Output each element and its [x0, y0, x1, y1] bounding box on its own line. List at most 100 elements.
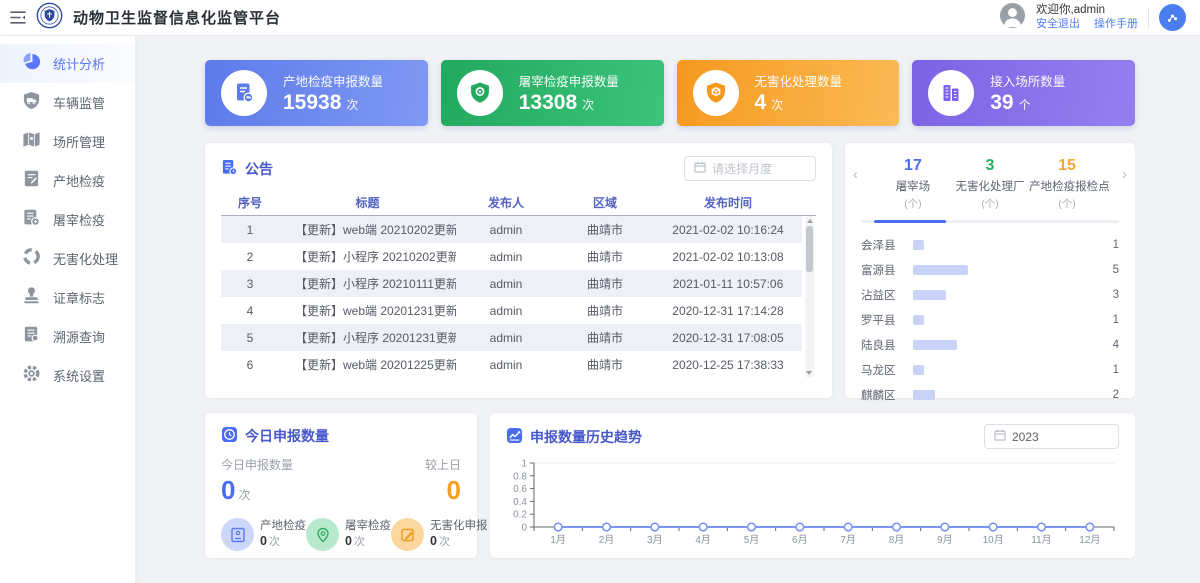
svg-text:12月: 12月: [1079, 534, 1100, 546]
today-item-slaughter: 屠宰检疫 0次: [306, 518, 391, 551]
table-cell: 曲靖市: [556, 302, 654, 319]
bar-value: 1: [1099, 364, 1119, 376]
table-cell: 2021-01-11 10:57:06: [654, 277, 802, 291]
tab-origin-inspection-point[interactable]: 15 产地检疫报检点 (个): [1029, 157, 1105, 211]
announcements-title: 公告: [245, 159, 273, 179]
sidebar-item-statistics[interactable]: 统计分析: [0, 44, 135, 83]
column-header-region: 区域: [556, 194, 654, 211]
county-bar-row: 马龙区 1: [861, 357, 1119, 382]
sidebar-item-vehicle[interactable]: 车辆监管: [0, 83, 135, 122]
table-cell: 6: [221, 358, 279, 372]
shield-box-icon: [693, 70, 739, 116]
tab-value: 3: [952, 157, 1028, 175]
bar-track: [913, 365, 1099, 375]
table-row[interactable]: 1【更新】web端 20210202更新公告admin曲靖市2021-02-02…: [221, 216, 802, 243]
table-row[interactable]: 3【更新】小程序 20210111更新公告admin曲靖市2021-01-11 …: [221, 270, 802, 297]
svg-text:0: 0: [521, 523, 527, 534]
table-cell: 曲靖市: [556, 329, 654, 346]
stat-card-slaughter-quarantine[interactable]: 屠宰检疫申报数量 13308次: [441, 60, 664, 126]
logout-link[interactable]: 安全退出: [1036, 18, 1080, 31]
svg-text:0.4: 0.4: [513, 497, 527, 508]
top-header: 动物卫生监督信息化监管平台 欢迎你,admin 安全退出 操作手册: [0, 0, 1200, 36]
svg-text:2月: 2月: [599, 534, 615, 546]
table-row[interactable]: 5【更新】小程序 20201231更新公告admin曲靖市2020-12-31 …: [221, 324, 802, 351]
recycle-icon: [22, 247, 41, 271]
sidebar-item-harmless-treatment[interactable]: 无害化处理: [0, 239, 135, 278]
share-network-button[interactable]: [1159, 4, 1186, 31]
table-cell: 曲靖市: [556, 275, 654, 292]
stat-card-connected-sites[interactable]: 接入场所数量 39个: [912, 60, 1135, 126]
line-chart-icon: [506, 427, 523, 447]
month-picker-input[interactable]: 请选择月度: [684, 156, 816, 181]
table-cell: 【更新】web端 20201225更新公告: [279, 356, 456, 373]
sidebar-nav: 统计分析 车辆监管 场所管理 产地检疫 屠宰检疫 无害化处理: [0, 36, 135, 583]
facility-stats-panel: ‹ › 17 屠宰场 (个) 3 无害化处理厂 (个): [845, 143, 1135, 398]
tab-harmless-plant[interactable]: 3 无害化处理厂 (个): [952, 157, 1028, 211]
sidebar-item-slaughter-quarantine[interactable]: 屠宰检疫: [0, 200, 135, 239]
share-network-icon: [1165, 10, 1180, 25]
sidebar-item-sites[interactable]: 场所管理: [0, 122, 135, 161]
clock-icon: [221, 426, 238, 446]
dashboard-page: 动物卫生监督信息化监管平台 欢迎你,admin 安全退出 操作手册: [0, 0, 1200, 583]
table-cell: 2021-02-02 10:16:24: [654, 223, 802, 237]
scrollbar-up-arrow-icon[interactable]: [807, 219, 813, 223]
today-item-value: 0: [430, 534, 437, 548]
year-picker-input[interactable]: 2023: [984, 424, 1119, 449]
county-bar-row: 富源县5: [861, 257, 1119, 282]
table-cell: 3: [221, 277, 279, 291]
table-row[interactable]: 6【更新】web端 20201225更新公告admin曲靖市2020-12-25…: [221, 351, 802, 378]
today-item-label: 产地检疫: [260, 519, 306, 533]
today-item-unit: 次: [439, 536, 450, 548]
bar-label: 马龙区: [861, 362, 913, 378]
table-cell: 【更新】web端 20210202更新公告: [279, 221, 456, 238]
bar-track: [913, 390, 1099, 400]
county-bar-row: 会泽县1: [861, 232, 1119, 257]
today-item-unit: 次: [269, 536, 280, 548]
today-item-value: 0: [345, 534, 352, 548]
table-cell: 【更新】小程序 20201231更新公告: [279, 329, 456, 346]
sidebar-item-trace-query[interactable]: 溯源查询: [0, 317, 135, 356]
table-cell: 曲靖市: [556, 248, 654, 265]
today-count-label: 今日申报数量: [221, 456, 293, 473]
table-row[interactable]: 2【更新】小程序 20210202更新公告admin曲靖市2021-02-02 …: [221, 243, 802, 270]
bar-value: 4: [1099, 339, 1119, 351]
stat-cards-row: 产地检疫申报数量 15938次 屠宰检疫申报数量 13308次: [205, 60, 1135, 126]
chevron-left-icon[interactable]: ‹: [853, 167, 858, 182]
scrollbar-thumb[interactable]: [806, 226, 813, 272]
avatar[interactable]: [999, 2, 1026, 34]
vehicle-shield-icon: [22, 91, 41, 115]
bar-label: 富源县: [861, 262, 913, 278]
sidebar-item-system-settings[interactable]: 系统设置: [0, 356, 135, 395]
svg-text:10月: 10月: [983, 534, 1004, 546]
stat-card-harmless-treatment[interactable]: 无害化处理数量 4次: [677, 60, 900, 126]
table-cell: admin: [456, 277, 556, 291]
table-cell: 曲靖市: [556, 221, 654, 238]
year-picker-value: 2023: [1012, 430, 1039, 444]
table-row[interactable]: 4【更新】web端 20201231更新公告admin曲靖市2020-12-31…: [221, 297, 802, 324]
manual-link[interactable]: 操作手册: [1094, 18, 1138, 31]
table-cell: 2020-12-31 17:08:05: [654, 331, 802, 345]
table-cell: 【更新】web端 20201231更新公告: [279, 302, 456, 319]
sidebar-item-certificate-badge[interactable]: 证章标志: [0, 278, 135, 317]
bar-fill: [913, 340, 957, 350]
tab-slaughterhouse[interactable]: 17 屠宰场 (个): [875, 157, 951, 211]
app-logo-icon: [36, 2, 63, 34]
sidebar-item-origin-quarantine[interactable]: 产地检疫: [0, 161, 135, 200]
chevron-right-icon[interactable]: ›: [1122, 167, 1127, 182]
stat-card-origin-quarantine[interactable]: 产地检疫申报数量 15938次: [205, 60, 428, 126]
today-item-label: 屠宰检疫: [345, 519, 391, 533]
column-header-title: 标题: [279, 194, 456, 211]
table-cell: 2020-12-31 17:14:28: [654, 304, 802, 318]
table-cell: admin: [456, 223, 556, 237]
collapse-menu-icon[interactable]: [10, 11, 26, 24]
edit-pen-icon: [391, 518, 424, 551]
month-picker-placeholder: 请选择月度: [712, 160, 772, 177]
svg-text:4月: 4月: [695, 534, 711, 546]
document-badge-icon: [22, 208, 41, 232]
bar-track: [913, 265, 1099, 275]
today-panel-title: 今日申报数量: [245, 426, 329, 446]
scrollbar-down-arrow-icon[interactable]: [806, 371, 812, 375]
svg-text:8月: 8月: [889, 534, 905, 546]
table-scrollbar[interactable]: [805, 216, 814, 378]
announcement-icon: [221, 159, 238, 179]
